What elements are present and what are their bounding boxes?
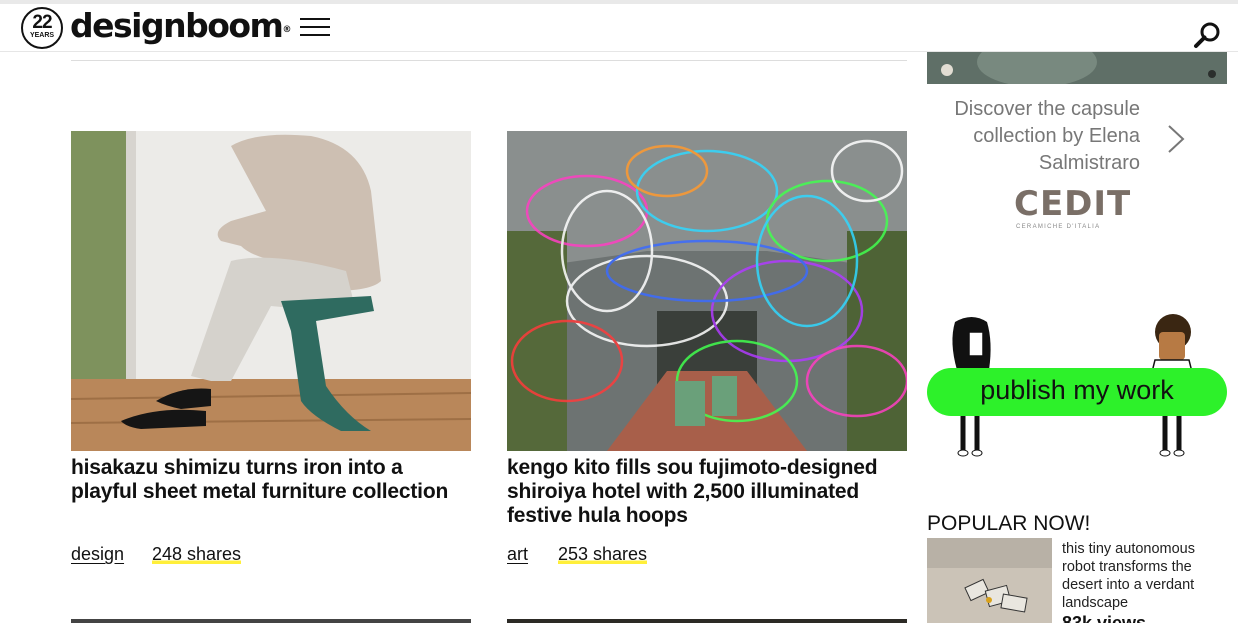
- popular-now-heading: POPULAR NOW!: [927, 512, 1091, 535]
- site-header: 22 YEARS designboom®: [0, 4, 1238, 52]
- ad-image[interactable]: [927, 52, 1227, 84]
- popular-item-views: 83k views: [1062, 613, 1147, 623]
- article-card[interactable]: kengo kito fills sou fujimoto-designed s…: [507, 131, 907, 565]
- publish-my-work-button[interactable]: publish my work: [927, 368, 1227, 416]
- article-meta: design 248 shares: [71, 544, 242, 565]
- logo-text: designboom: [70, 6, 284, 45]
- category-link[interactable]: art: [507, 544, 528, 564]
- badge-number: 22: [32, 12, 52, 33]
- category-link[interactable]: design: [71, 544, 124, 564]
- article-image[interactable]: [507, 131, 907, 451]
- shares-count[interactable]: 248 shares: [152, 544, 242, 565]
- menu-icon[interactable]: [300, 18, 330, 38]
- next-article-image[interactable]: [507, 619, 907, 623]
- publish-promo: publish my work: [927, 312, 1227, 460]
- logo-registered-mark: ®: [282, 25, 291, 35]
- search-icon[interactable]: [1193, 20, 1223, 50]
- site-logo[interactable]: designboom®: [70, 6, 291, 46]
- content-divider: [71, 60, 907, 61]
- popular-item-image[interactable]: [927, 538, 1052, 623]
- ad-text[interactable]: Discover the capsule collection by Elena…: [927, 96, 1140, 177]
- next-article-image[interactable]: [71, 619, 471, 623]
- anniversary-badge[interactable]: 22 YEARS: [21, 7, 63, 49]
- popular-item-title[interactable]: this tiny autonomous robot transforms th…: [1062, 540, 1222, 612]
- article-title[interactable]: hisakazu shimizu turns iron into a playf…: [71, 456, 471, 504]
- article-meta: art 253 shares: [507, 544, 648, 565]
- ad-brand-logo[interactable]: CEDIT CERAMICHE D'ITALIA: [1014, 186, 1144, 230]
- ad-brand-name: CEDIT: [1014, 184, 1132, 224]
- chevron-right-icon[interactable]: [1166, 124, 1186, 154]
- article-title[interactable]: kengo kito fills sou fujimoto-designed s…: [507, 456, 907, 528]
- article-card[interactable]: hisakazu shimizu turns iron into a playf…: [71, 131, 471, 565]
- article-image[interactable]: [71, 131, 471, 451]
- badge-years: YEARS: [29, 32, 55, 39]
- shares-count[interactable]: 253 shares: [558, 544, 648, 565]
- ad-brand-subtitle: CERAMICHE D'ITALIA: [1016, 224, 1101, 230]
